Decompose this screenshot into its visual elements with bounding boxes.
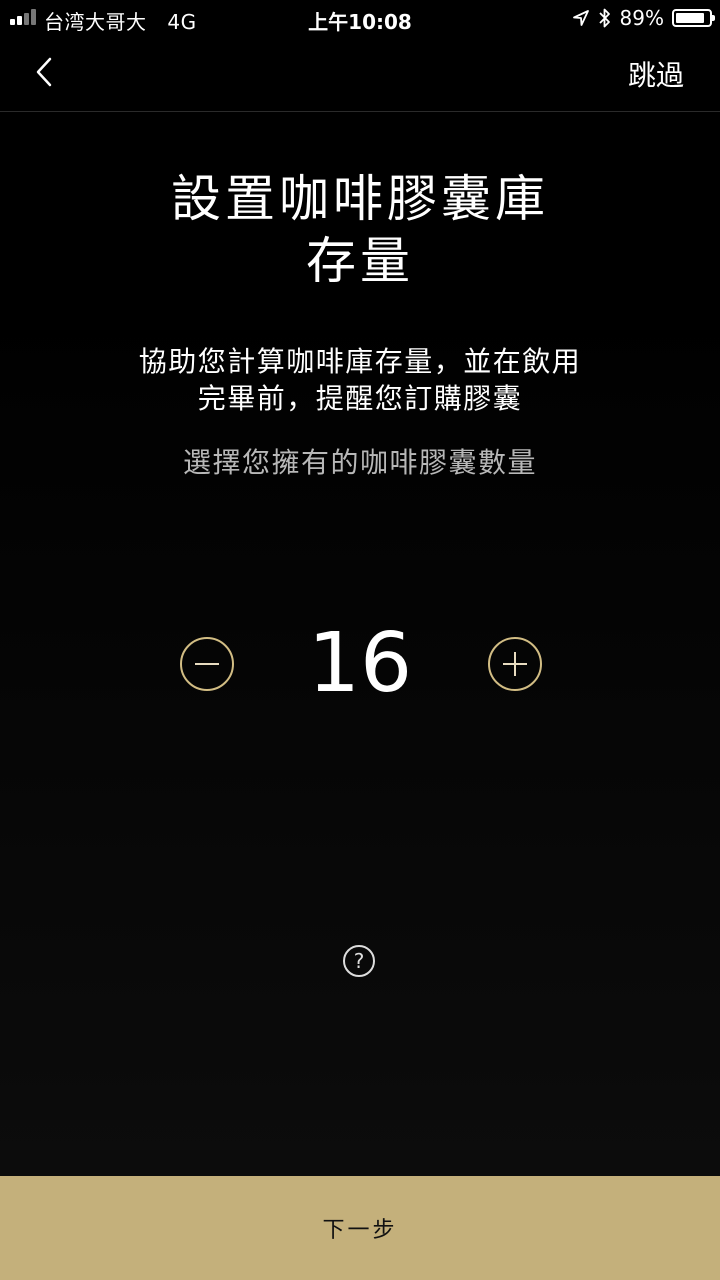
- battery-icon: [672, 9, 715, 27]
- location-arrow-icon: [572, 10, 589, 26]
- plus-icon-vertical: [514, 652, 516, 676]
- nav-bar: 跳過: [0, 36, 720, 112]
- chevron-left-icon: [36, 57, 52, 87]
- battery-fill: [676, 13, 704, 23]
- description-line2: 完畢前，提醒您訂購膠囊: [197, 382, 523, 415]
- back-button[interactable]: [24, 52, 64, 92]
- page-title-line2: 存量: [306, 232, 414, 290]
- page-title: 設置咖啡膠囊庫 存量: [60, 168, 660, 292]
- minus-icon: [195, 663, 219, 665]
- question-mark-icon: ?: [353, 949, 365, 973]
- bluetooth-icon: [598, 8, 610, 28]
- description-line1: 協助您計算咖啡庫存量，並在飲用: [138, 345, 582, 378]
- skip-button[interactable]: 跳過: [628, 54, 684, 94]
- page-title-line1: 設置咖啡膠囊庫: [171, 170, 549, 228]
- battery-cap: [712, 15, 715, 21]
- description: 協助您計算咖啡庫存量，並在飲用 完畢前，提醒您訂購膠囊: [80, 343, 640, 417]
- status-right: 89%: [572, 5, 715, 31]
- quantity-prompt: 選擇您擁有的咖啡膠囊數量: [182, 446, 537, 479]
- screen: 台湾大哥大 4G 上午10:08 89% 跳過 設置咖啡膠囊庫 存量 協助您計算…: [0, 0, 720, 1280]
- next-step-button[interactable]: 下一步: [0, 1176, 720, 1280]
- status-bar: 台湾大哥大 4G 上午10:08 89%: [0, 0, 720, 36]
- help-button[interactable]: ?: [343, 945, 375, 977]
- increase-button[interactable]: [488, 637, 542, 691]
- battery-percent: 89%: [619, 6, 664, 30]
- decrease-button[interactable]: [180, 637, 234, 691]
- capsule-quantity-value: 16: [307, 616, 413, 711]
